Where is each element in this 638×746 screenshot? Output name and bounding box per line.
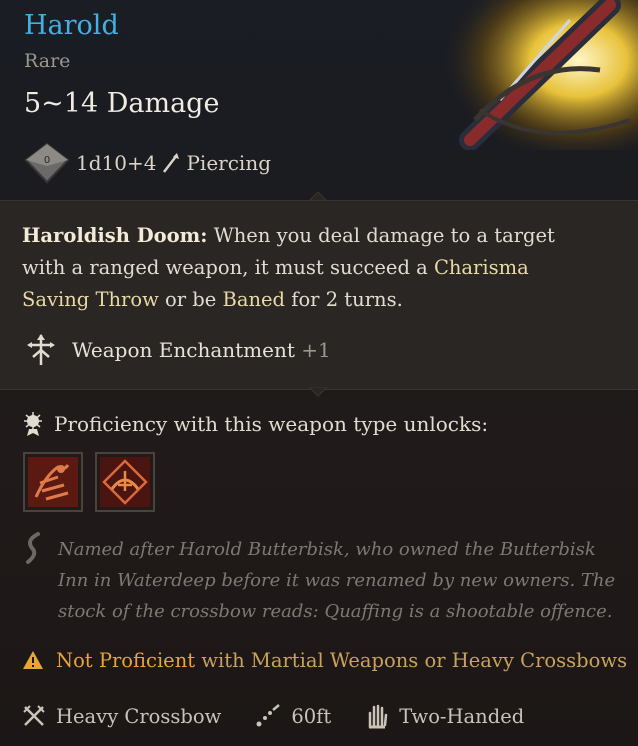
weapon-range: 60ft: [291, 704, 332, 728]
damage-dice: 1d10+4: [76, 151, 157, 175]
damage-range: 5~14 Damage: [24, 88, 220, 119]
piercing-icon: [163, 153, 180, 173]
not-proficient-label: Not Proficient: [56, 648, 196, 672]
d10-dice-icon: 0: [24, 142, 70, 184]
proficiency-icon: [24, 412, 42, 436]
weapon-handedness: Two-Handed: [399, 704, 525, 728]
weapon-enchantment-row: Weapon Enchantment +1: [24, 332, 331, 368]
enchantment-value: +1: [301, 338, 331, 362]
lore-text: Named after Harold Butterbisk, who owned…: [58, 539, 616, 622]
warning-icon: [23, 651, 43, 669]
effect-name: Haroldish Doom:: [22, 224, 208, 247]
item-title: Harold: [24, 10, 119, 41]
enchantment-icon: [27, 334, 55, 365]
enchantment-label: Weapon Enchantment: [72, 338, 295, 362]
proficiency-label: Proficiency with this weapon type unlock…: [54, 412, 489, 436]
passive-effect-description: Haroldish Doom: When you deal damage to …: [22, 220, 582, 316]
baned-link[interactable]: Baned: [222, 288, 285, 311]
weapon-type: Heavy Crossbow: [56, 704, 222, 728]
effect-text: for 2 turns.: [285, 288, 403, 311]
lore-quill-icon: [26, 532, 40, 564]
proficiency-warning-row: Not Proficient with Martial Weapons or H…: [22, 644, 627, 676]
damage-type: Piercing: [186, 151, 271, 175]
damage-dice-row: 0 1d10+4 Piercing: [24, 142, 271, 184]
weapon-action-slot-1[interactable]: [23, 452, 83, 512]
two-handed-icon: [368, 704, 388, 729]
piercing-shot-action-icon: [28, 457, 78, 507]
effect-text: or be: [158, 288, 223, 311]
svg-text:0: 0: [44, 155, 50, 166]
proficiency-row: Proficiency with this weapon type unlock…: [22, 408, 488, 440]
weapon-action-slot-2[interactable]: [95, 452, 155, 512]
item-rarity: Rare: [24, 50, 71, 72]
range-icon: [256, 704, 281, 727]
weapon-art-image: [440, 0, 638, 150]
mobile-shot-action-icon: [100, 457, 150, 507]
warning-detail: with Martial Weapons or Heavy Crossbows: [201, 648, 628, 672]
panel-notch-bottom: [309, 387, 327, 397]
crossed-weapons-icon: [23, 705, 45, 726]
weapon-properties-footer: Heavy Crossbow 60ft Two-Handed: [22, 700, 524, 732]
